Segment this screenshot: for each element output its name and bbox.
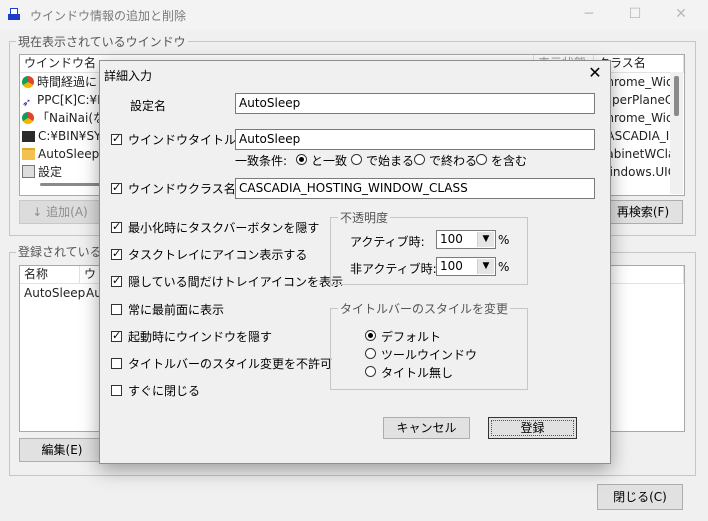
window-name: 設定 [38, 165, 63, 179]
add-button[interactable]: ↓ 追加(A) [19, 200, 101, 224]
option-tray-icon-label: タスクトレイにアイコン表示する [128, 248, 308, 262]
setting-name-input[interactable]: AutoSleep [235, 93, 595, 114]
research-button[interactable]: 再検索(F) [603, 200, 683, 224]
chrome-icon [22, 76, 34, 88]
option-tray-while-hidden-checkbox[interactable] [111, 274, 122, 287]
match-contains-label: を含む [491, 154, 528, 168]
option-tray-while-hidden-label: 隠している間だけトレイアイコンを表示 [128, 275, 344, 289]
window-class-checkbox[interactable] [111, 181, 122, 194]
title-bar: ウインドウ情報の追加と削除 ─ ☐ ✕ [0, 0, 708, 30]
dialog-title: 詳細入力 [104, 69, 153, 83]
style-toolwindow-radio[interactable] [365, 348, 376, 359]
style-default-label: デフォルト [381, 330, 442, 344]
active-opacity-unit: % [498, 233, 510, 247]
window-title-label: ウインドウタイトル名 [128, 133, 249, 147]
active-opacity-value: 100 [440, 232, 463, 246]
folder-icon [22, 148, 35, 160]
chrome-icon [22, 112, 34, 124]
inactive-opacity-value: 100 [440, 259, 463, 273]
match-starts-radio[interactable] [351, 154, 362, 165]
list-item[interactable]: 設定 [22, 164, 62, 181]
window-close-button[interactable]: ✕ [658, 0, 704, 30]
inactive-opacity-unit: % [498, 260, 510, 274]
match-condition-label: 一致条件: [235, 154, 288, 168]
settings-icon [22, 165, 35, 178]
style-default-radio[interactable] [365, 330, 376, 341]
app-icon [8, 8, 20, 20]
match-ends-radio[interactable] [414, 154, 425, 165]
option-hide-on-start-label: 起動時にウインドウを隠す [128, 330, 273, 344]
inactive-opacity-select[interactable]: 100 ▼ [436, 257, 496, 276]
window-class-label: ウインドウクラス名 [128, 182, 236, 196]
opacity-label: 不透明度 [338, 209, 391, 226]
window-name: 時間経過に [37, 75, 98, 89]
list-item[interactable]: 「NaiNai(な [22, 110, 105, 127]
match-exact-radio[interactable] [296, 154, 307, 165]
minimize-button[interactable]: ─ [566, 0, 612, 30]
window-title: ウインドウ情報の追加と削除 [30, 9, 187, 23]
option-hide-taskbar-checkbox[interactable] [111, 220, 122, 233]
current-windows-group-label: 現在表示されているウインドウ [16, 33, 188, 50]
match-ends-label: で終わる [429, 154, 478, 168]
list-item[interactable]: C:¥BIN¥SYS [22, 128, 109, 145]
option-tray-icon-checkbox[interactable] [111, 247, 122, 260]
registered-name[interactable]: AutoSleep [24, 285, 85, 302]
style-toolwindow-label: ツールウインドウ [381, 348, 478, 362]
list-item[interactable]: AutoSleepE [22, 146, 107, 163]
active-opacity-label: アクティブ時: [350, 235, 425, 249]
style-notitle-radio[interactable] [365, 366, 376, 377]
match-starts-label: で始まる [366, 154, 415, 168]
option-always-on-top-label: 常に最前面に表示 [128, 303, 225, 317]
detail-input-dialog: 詳細入力 ✕ 設定名 AutoSleep ウインドウタイトル名 AutoSlee… [99, 60, 611, 464]
titlebar-style-label: タイトルバーのスタイルを変更 [338, 300, 511, 317]
match-contains-radio[interactable] [476, 154, 487, 165]
option-hide-taskbar-label: 最小化時にタスクバーボタンを隠す [128, 221, 320, 235]
chevron-down-icon[interactable]: ▼ [477, 232, 494, 247]
window-class-input[interactable]: CASCADIA_HOSTING_WINDOW_CLASS [235, 178, 595, 199]
option-disallow-titlebar-checkbox[interactable] [111, 358, 122, 369]
terminal-icon [22, 131, 35, 142]
setting-name-label: 設定名 [130, 99, 167, 113]
dialog-close-button[interactable]: ✕ [584, 61, 606, 85]
option-hide-on-start-checkbox[interactable] [111, 329, 122, 342]
close-button[interactable]: 閉じる(C) [597, 484, 683, 510]
option-disallow-titlebar-label: タイトルバーのスタイル変更を不許可 [128, 357, 333, 371]
list-scrollbar[interactable] [670, 72, 683, 194]
inactive-opacity-label: 非アクティブ時: [350, 262, 437, 276]
window-name: 「NaiNai(な [37, 111, 106, 125]
cancel-button[interactable]: キャンセル [383, 417, 470, 439]
column-name[interactable]: 名称 [20, 266, 80, 283]
paperplane-icon: ➶ [22, 96, 32, 109]
edit-button[interactable]: 編集(E) [19, 438, 105, 462]
active-opacity-select[interactable]: 100 ▼ [436, 230, 496, 249]
window-title-input[interactable]: AutoSleep [235, 129, 595, 150]
match-exact-label: と一致 [311, 154, 348, 168]
window-title-checkbox[interactable] [111, 132, 122, 145]
option-close-immediately-checkbox[interactable] [111, 385, 122, 396]
option-always-on-top-checkbox[interactable] [111, 304, 122, 315]
register-button[interactable]: 登録 [488, 417, 577, 439]
maximize-button[interactable]: ☐ [612, 0, 658, 30]
window-name: AutoSleepE [38, 147, 107, 161]
chevron-down-icon[interactable]: ▼ [477, 259, 494, 274]
option-close-immediately-label: すぐに閉じる [128, 384, 201, 398]
scrollbar-thumb[interactable] [674, 76, 679, 116]
style-notitle-label: タイトル無し [381, 366, 454, 380]
list-item[interactable]: 時間経過に [22, 74, 97, 91]
list-item[interactable]: ➶ PPC[K]C:¥B [22, 92, 105, 109]
window-name: PPC[K]C:¥B [37, 93, 106, 107]
